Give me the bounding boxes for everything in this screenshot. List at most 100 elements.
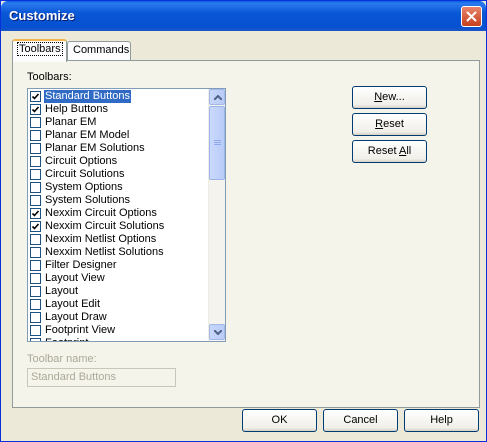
list-item[interactable]: Help Buttons <box>29 103 208 116</box>
scroll-down-button[interactable] <box>209 324 225 340</box>
list-item-label: Nexxim Circuit Solutions <box>45 220 165 232</box>
toolbar-checkbox[interactable] <box>30 273 41 284</box>
toolbar-checkbox[interactable] <box>30 208 41 219</box>
title-bar[interactable]: Customize <box>1 1 486 31</box>
toolbar-checkbox[interactable] <box>30 130 41 141</box>
toolbar-checkbox[interactable] <box>30 169 41 180</box>
list-item-label: Help Buttons <box>45 103 108 115</box>
toolbar-checkbox[interactable] <box>30 338 41 341</box>
help-button[interactable]: Help <box>404 409 479 432</box>
list-item-label: Planar EM <box>45 116 97 128</box>
check-mark-icon <box>31 210 40 217</box>
reset-all-button[interactable]: Reset All <box>352 140 427 163</box>
toolbar-checkbox[interactable] <box>30 104 41 115</box>
list-item[interactable]: System Options <box>29 181 208 194</box>
toolbar-checkbox[interactable] <box>30 221 41 232</box>
toolbars-label: Toolbars: <box>27 71 72 83</box>
list-item[interactable]: Filter Designer <box>29 259 208 272</box>
list-item[interactable]: Circuit Options <box>29 155 208 168</box>
toolbar-checkbox[interactable] <box>30 195 41 206</box>
new-button-label: New... <box>374 91 405 103</box>
toolbar-checkbox[interactable] <box>30 143 41 154</box>
list-item[interactable]: Layout <box>29 285 208 298</box>
toolbar-checkbox[interactable] <box>30 325 41 336</box>
ok-button[interactable]: OK <box>242 409 317 432</box>
new-toolbar-button[interactable]: New... <box>352 86 427 109</box>
thumb-grip-line <box>214 140 221 141</box>
list-item-label: Circuit Options <box>45 155 118 167</box>
toolbar-checkbox[interactable] <box>30 260 41 271</box>
toolbars-tab-panel: Toolbars: Standard Buttons Help Buttons Pl… <box>12 60 480 408</box>
toolbar-checkbox[interactable] <box>30 117 41 128</box>
toolbar-checkbox[interactable] <box>30 247 41 258</box>
list-item-label: Layout View <box>45 272 105 284</box>
check-mark-icon <box>31 106 40 113</box>
list-item-label: Planar EM Solutions <box>45 142 145 154</box>
reset-all-button-label: Reset All <box>367 145 412 157</box>
reset-button[interactable]: Reset <box>352 113 427 136</box>
list-item-label: Nexxim Netlist Solutions <box>45 246 164 258</box>
check-mark-icon <box>31 223 40 230</box>
dialog-body: Toolbars Commands Toolbars: Standard But… <box>4 31 483 440</box>
toolbar-name-field[interactable]: Standard Buttons <box>27 368 176 387</box>
list-item[interactable]: Layout Draw <box>29 311 208 324</box>
list-item-label: Layout Edit <box>45 298 101 310</box>
list-item-label: System Solutions <box>45 194 130 206</box>
list-item[interactable]: Nexxim Circuit Options <box>29 207 208 220</box>
thumb-grip-line <box>214 142 221 143</box>
toolbars-list: Standard Buttons Help Buttons Planar EM Pla… <box>29 90 208 341</box>
cancel-button-label: Cancel <box>343 414 378 426</box>
tab-commands-label: Commands <box>73 44 130 56</box>
cancel-button[interactable]: Cancel <box>323 409 398 432</box>
toolbar-checkbox[interactable] <box>30 156 41 167</box>
toolbar-checkbox[interactable] <box>30 312 41 323</box>
tab-toolbars-label: Toolbars <box>17 42 63 56</box>
list-item-label: Layout Draw <box>45 311 107 323</box>
toolbar-name-label: Toolbar name: <box>27 353 97 365</box>
list-item[interactable]: Footprint View <box>29 324 208 337</box>
customize-dialog: Customize Toolbars Commands Toolbars: St… <box>0 0 487 442</box>
list-item-label: Standard Buttons <box>44 90 132 103</box>
thumb-grip-line <box>214 144 221 145</box>
list-item-label: Footprint... <box>44 337 99 341</box>
toolbar-checkbox[interactable] <box>30 299 41 310</box>
list-scrollbar[interactable] <box>208 89 225 341</box>
list-item[interactable]: Nexxim Netlist Solutions <box>29 246 208 259</box>
reset-button-label: Reset <box>375 118 404 130</box>
list-item[interactable]: Standard Buttons <box>29 90 208 103</box>
list-item[interactable]: Circuit Solutions <box>29 168 208 181</box>
list-item-label: Filter Designer <box>45 259 117 271</box>
chevron-up-icon <box>214 95 222 100</box>
toolbar-checkbox[interactable] <box>30 182 41 193</box>
list-item-label: Footprint View <box>45 324 116 336</box>
help-button-label: Help <box>430 414 453 426</box>
list-item-label: System Options <box>45 181 123 193</box>
list-item[interactable]: Footprint... <box>29 337 208 341</box>
list-item-label: Nexxim Netlist Options <box>45 233 157 245</box>
toolbar-checkbox[interactable] <box>30 234 41 245</box>
tab-toolbars[interactable]: Toolbars <box>12 39 67 62</box>
toolbar-checkbox[interactable] <box>30 286 41 297</box>
list-item[interactable]: System Solutions <box>29 194 208 207</box>
tab-commands[interactable]: Commands <box>67 41 131 60</box>
ok-button-label: OK <box>271 414 288 426</box>
close-icon <box>466 11 477 22</box>
scroll-up-button[interactable] <box>209 89 225 105</box>
list-item[interactable]: Planar EM <box>29 116 208 129</box>
list-item[interactable]: Planar EM Model <box>29 129 208 142</box>
toolbar-checkbox[interactable] <box>30 91 41 102</box>
list-item[interactable]: Planar EM Solutions <box>29 142 208 155</box>
scroll-thumb[interactable] <box>209 106 225 180</box>
chevron-down-icon <box>214 330 222 335</box>
list-item[interactable]: Layout Edit <box>29 298 208 311</box>
close-button[interactable] <box>461 6 482 27</box>
list-item[interactable]: Nexxim Netlist Options <box>29 233 208 246</box>
list-item[interactable]: Nexxim Circuit Solutions <box>29 220 208 233</box>
check-mark-icon <box>31 93 40 100</box>
list-item-label: Planar EM Model <box>45 129 130 141</box>
list-item[interactable]: Layout View <box>29 272 208 285</box>
toolbars-listbox[interactable]: Standard Buttons Help Buttons Planar EM Pla… <box>27 88 226 342</box>
window-title: Customize <box>9 8 75 23</box>
list-item-label: Nexxim Circuit Options <box>45 207 157 219</box>
list-item-label: Circuit Solutions <box>45 168 125 180</box>
